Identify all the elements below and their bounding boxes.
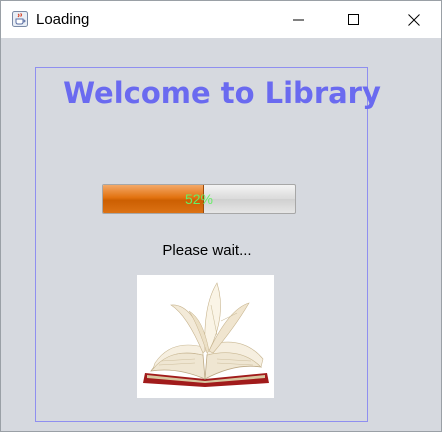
progress-label: 52% bbox=[184, 191, 214, 207]
loading-window: Loading Welcome to Library 52% Please wa… bbox=[0, 0, 442, 432]
open-book-icon bbox=[137, 275, 274, 398]
close-icon bbox=[408, 13, 420, 26]
maximize-icon bbox=[348, 13, 359, 25]
java-coffee-icon bbox=[12, 11, 28, 27]
loading-progress-bar: 52% bbox=[102, 184, 296, 214]
title-bar[interactable]: Loading bbox=[1, 1, 441, 38]
content-area: Welcome to Library 52% Please wait... bbox=[1, 38, 441, 431]
please-wait-text: Please wait... bbox=[162, 242, 252, 259]
window-title: Loading bbox=[36, 11, 90, 28]
maximize-button[interactable] bbox=[331, 1, 377, 38]
welcome-heading: Welcome to Library bbox=[63, 76, 381, 110]
close-button[interactable] bbox=[391, 1, 437, 38]
minimize-icon bbox=[293, 19, 304, 20]
minimize-button[interactable] bbox=[276, 1, 322, 38]
